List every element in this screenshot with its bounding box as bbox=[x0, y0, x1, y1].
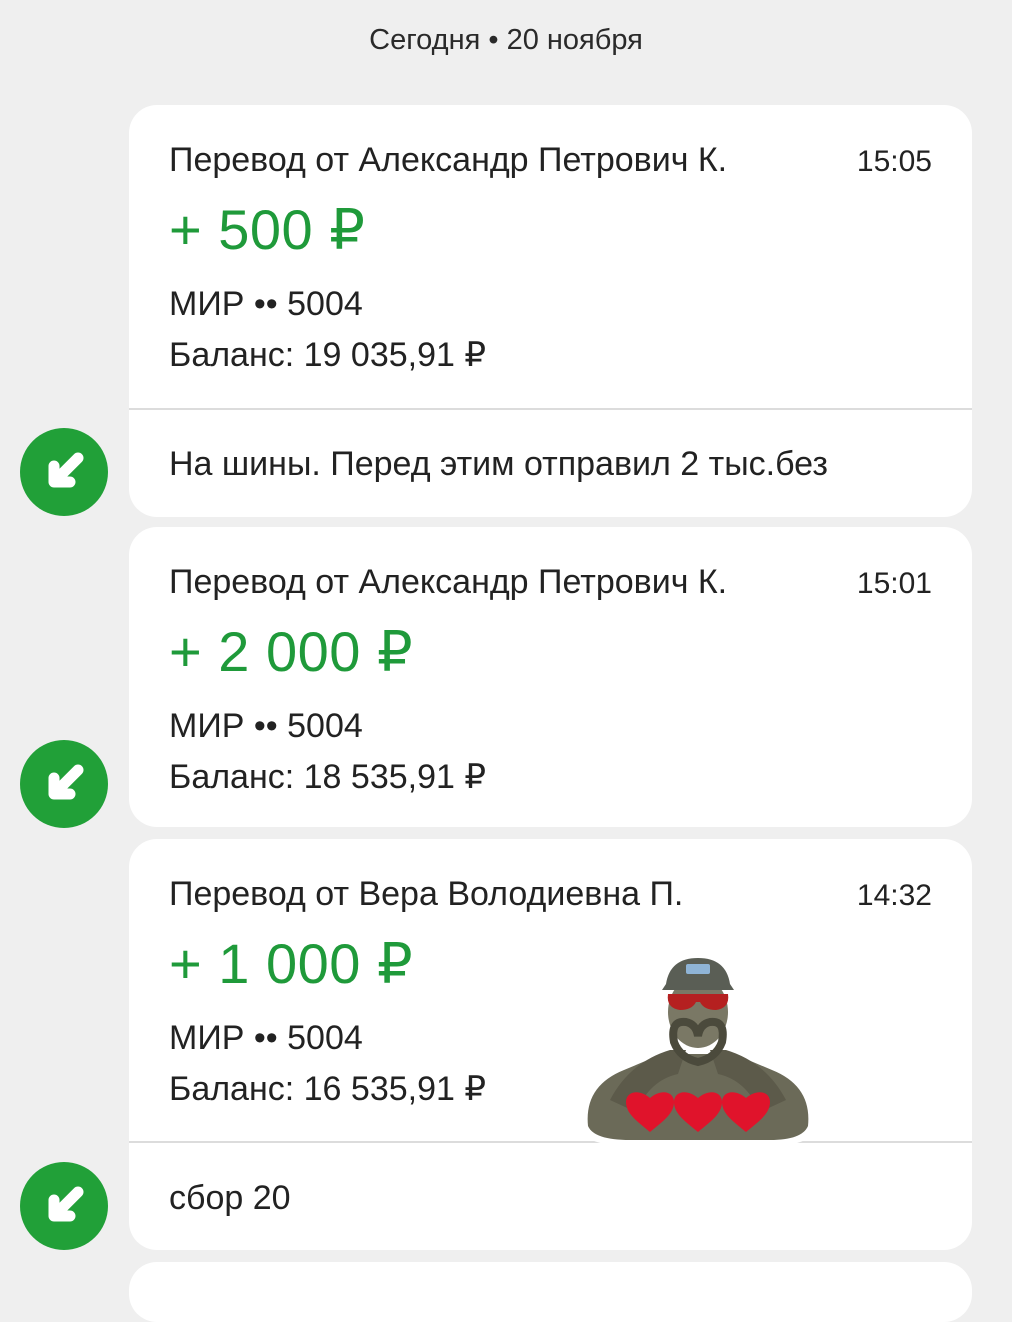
transaction-amount: + 500 ₽ bbox=[169, 198, 366, 261]
transaction-time: 15:01 bbox=[856, 567, 932, 600]
transaction-title: Перевод от Александр Петрович К. bbox=[169, 141, 728, 179]
transaction-title: Перевод от Вера Володиевна П. bbox=[169, 875, 684, 913]
arrow-down-left-icon bbox=[20, 740, 108, 828]
transaction-comment: сбор 20 bbox=[169, 1179, 291, 1217]
arrow-down-left-icon bbox=[20, 1162, 108, 1250]
date-header: Сегодня • 20 ноября bbox=[369, 24, 643, 56]
transaction-title: Перевод от Александр Петрович К. bbox=[169, 563, 728, 601]
card-info: МИР •• 5004 bbox=[169, 285, 363, 323]
transaction-time: 14:32 bbox=[856, 879, 932, 912]
transaction-amount: + 2 000 ₽ bbox=[169, 620, 414, 683]
balance-info: Баланс: 18 535,91 ₽ bbox=[169, 758, 486, 796]
transaction-comment: На шины. Перед этим отправил 2 тыс.без bbox=[169, 445, 828, 483]
transaction-card-partial[interactable] bbox=[129, 1262, 972, 1322]
divider bbox=[129, 1141, 972, 1143]
balance-info: Баланс: 19 035,91 ₽ bbox=[169, 336, 486, 374]
arrow-down-left-icon bbox=[20, 428, 108, 516]
transaction-time: 15:05 bbox=[856, 145, 932, 178]
transaction-card[interactable]: Перевод от Александр Петрович К. 15:05 +… bbox=[129, 105, 972, 517]
card-info: МИР •• 5004 bbox=[169, 1019, 363, 1057]
transaction-amount: + 1 000 ₽ bbox=[169, 932, 414, 995]
transaction-card[interactable]: Перевод от Александр Петрович К. 15:01 +… bbox=[129, 527, 972, 827]
card-info: МИР •• 5004 bbox=[169, 707, 363, 745]
balance-info: Баланс: 16 535,91 ₽ bbox=[169, 1070, 486, 1108]
soldier-heart-sticker bbox=[570, 950, 826, 1174]
divider bbox=[129, 408, 972, 410]
transaction-card[interactable]: Перевод от Вера Володиевна П. 14:32 + 1 … bbox=[129, 839, 972, 1250]
